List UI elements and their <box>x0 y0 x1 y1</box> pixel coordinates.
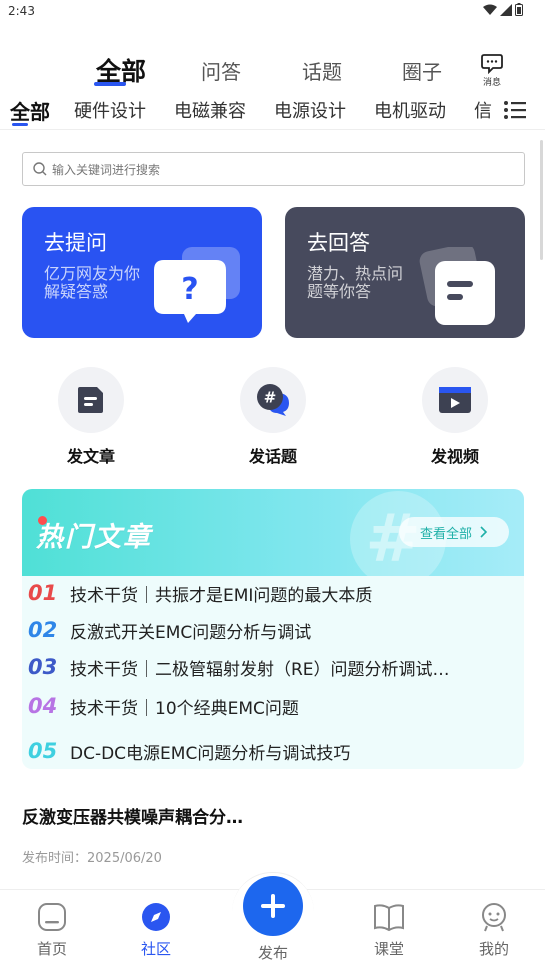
ask-card-subtitle: 亿万网友为你解疑答惑 <box>44 264 141 301</box>
answer-card-subtitle: 潜力、热点问题等你答 <box>307 264 404 301</box>
topic-icon: # <box>257 384 289 416</box>
svg-text:#: # <box>264 389 277 407</box>
messages-button[interactable]: 消息 <box>478 54 506 88</box>
hot-article-item[interactable]: 03 技术干货｜二极管辐射发射（RE）问题分析调试… <box>22 652 524 682</box>
post-video-label: 发视频 <box>430 447 479 466</box>
quick-actions: 发文章 # 发话题 发视频 <box>0 367 545 467</box>
action-circle <box>422 367 488 433</box>
hot-article-title: 技术干货｜二极管辐射发射（RE）问题分析调试… <box>70 659 450 680</box>
hot-article-rank: 04 <box>28 694 58 718</box>
search-placeholder: 输入关键词进行搜索 <box>52 162 161 177</box>
answer-question-card[interactable]: 去回答 潜力、热点问题等你答 <box>285 207 525 338</box>
view-all-button[interactable]: 查看全部 <box>399 517 509 547</box>
nav-classroom-label: 课堂 <box>373 940 404 958</box>
status-time: 2:43 <box>8 4 35 18</box>
nav-classroom[interactable]: 课堂 <box>359 902 419 959</box>
status-icons <box>483 3 523 16</box>
book-icon <box>374 904 404 932</box>
hot-article-item[interactable]: 04 技术干货｜10个经典EMC问题 <box>22 691 524 721</box>
category-power-design[interactable]: 电源设计 <box>274 97 346 123</box>
top-tabs: 全部 问答 话题 圈子 消息 <box>0 46 545 92</box>
nav-profile-label: 我的 <box>478 940 509 958</box>
home-icon <box>38 903 66 931</box>
category-motor-drive[interactable]: 电机驱动 <box>374 97 446 123</box>
post-article-label: 发文章 <box>66 447 115 466</box>
nav-home[interactable]: 首页 <box>22 902 82 959</box>
category-indicator <box>12 123 28 126</box>
action-circle: # <box>240 367 306 433</box>
post-topic-button[interactable]: # 发话题 <box>228 367 318 467</box>
nav-home-label: 首页 <box>36 940 67 958</box>
hot-article-title: DC-DC电源EMC问题分析与调试技巧 <box>70 743 351 764</box>
hot-article-title: 反激式开关EMC问题分析与调试 <box>70 622 312 643</box>
article-icon <box>78 387 103 413</box>
category-all[interactable]: 全部 <box>10 96 50 125</box>
category-partial[interactable]: 信 <box>474 97 492 123</box>
message-icon <box>481 54 503 74</box>
view-all-label: 查看全部 <box>419 526 472 542</box>
hot-article-rank: 02 <box>28 618 58 642</box>
compass-icon <box>142 903 170 931</box>
ask-card-title: 去提问 <box>44 231 107 255</box>
search-input[interactable]: 输入关键词进行搜索 <box>22 152 525 186</box>
tab-circles[interactable]: 圈子 <box>402 56 442 85</box>
nav-community[interactable]: 社区 <box>126 902 186 959</box>
divider <box>0 129 545 130</box>
category-emc[interactable]: 电磁兼容 <box>174 97 246 123</box>
hot-article-item[interactable]: 05 DC-DC电源EMC问题分析与调试技巧 <box>22 736 524 766</box>
post-video-button[interactable]: 发视频 <box>410 367 500 467</box>
wifi-icon <box>483 4 497 15</box>
ask-question-card[interactable]: 去提问 亿万网友为你解疑答惑 ? <box>22 207 262 338</box>
profile-icon <box>482 903 506 932</box>
post-article-button[interactable]: 发文章 <box>46 367 136 467</box>
hot-article-title: 技术干货｜10个经典EMC问题 <box>70 698 299 719</box>
category-hardware-design[interactable]: 硬件设计 <box>74 97 146 123</box>
hot-articles-header: # 热门文章 查看全部 <box>22 489 524 576</box>
battery-icon <box>515 3 523 16</box>
svg-text:?: ? <box>181 272 198 307</box>
top-tab-indicator <box>94 82 126 86</box>
question-bubble-icon: ? <box>154 247 240 323</box>
hot-article-rank: 03 <box>28 655 58 679</box>
hot-article-rank: 01 <box>28 581 58 605</box>
tab-topics[interactable]: 话题 <box>302 56 342 85</box>
signal-icon <box>500 3 512 16</box>
category-menu-icon[interactable] <box>503 99 527 121</box>
publish-button[interactable] <box>243 876 303 936</box>
action-circle <box>58 367 124 433</box>
scrollbar[interactable] <box>540 140 543 260</box>
tab-qa[interactable]: 问答 <box>201 56 241 85</box>
plus-icon <box>261 894 285 918</box>
search-icon <box>33 162 47 176</box>
bottom-nav: 首页 社区 发布 课堂 我的 <box>0 872 545 969</box>
hot-articles-title: 热门文章 <box>36 522 152 553</box>
hot-article-item[interactable]: 01 技术干货｜共振才是EMI问题的最大本质 <box>22 578 524 608</box>
answer-card-title: 去回答 <box>307 231 370 255</box>
messages-label: 消息 <box>482 78 501 88</box>
video-icon <box>439 387 471 413</box>
chevron-right-icon <box>480 526 488 538</box>
hot-article-item[interactable]: 02 反激式开关EMC问题分析与调试 <box>22 615 524 645</box>
publish-label: 发布 <box>257 944 288 962</box>
hot-articles-panel: # 热门文章 查看全部 01 技术干货｜共振才是EMI问题的最大本质 02 反激… <box>22 489 524 769</box>
answer-note-icon <box>419 247 495 325</box>
hot-article-title: 技术干货｜共振才是EMI问题的最大本质 <box>70 585 373 606</box>
nav-profile[interactable]: 我的 <box>464 902 524 959</box>
post-date: 发布时间：2025/06/20 <box>22 851 162 866</box>
nav-community-label: 社区 <box>140 940 171 958</box>
post-topic-label: 发话题 <box>248 447 297 466</box>
hot-article-rank: 05 <box>28 739 58 763</box>
post-title[interactable]: 反激变压器共模噪声耦合分… <box>22 803 243 828</box>
category-tabs: 全部 硬件设计 电磁兼容 电源设计 电机驱动 信 <box>0 94 545 128</box>
status-bar: 2:43 <box>0 0 545 24</box>
